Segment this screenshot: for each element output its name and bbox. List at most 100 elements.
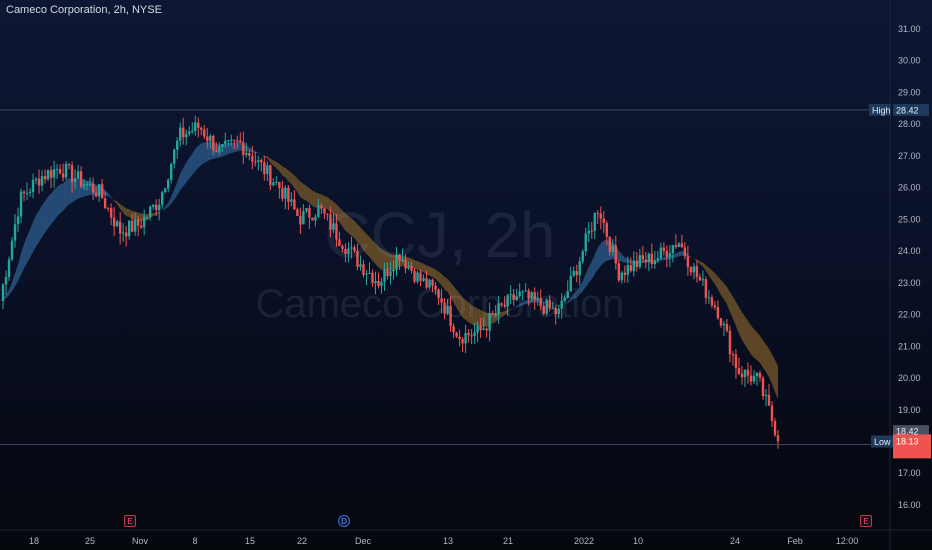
candle-body <box>314 216 317 221</box>
ema-ribbon-segment <box>621 254 625 263</box>
candle-body <box>188 131 191 134</box>
ema-ribbon-segment <box>711 270 715 285</box>
ema-ribbon-segment <box>63 180 67 211</box>
ema-ribbon-segment <box>378 246 382 270</box>
candle-body <box>248 153 251 156</box>
candle-body <box>677 243 681 247</box>
candle-body <box>380 281 383 287</box>
x-tick-label: Dec <box>355 536 372 546</box>
x-tick-label: 13 <box>443 536 453 546</box>
candle-body <box>218 146 221 152</box>
price-chart[interactable]: 16.0017.0018.0019.0020.0021.0022.0023.00… <box>0 0 932 550</box>
ema-ribbon-segment <box>471 304 475 326</box>
candle-body <box>659 247 663 259</box>
ema-ribbon-segment <box>297 178 301 198</box>
ema-ribbon-segment <box>345 213 349 234</box>
candle-body <box>239 140 242 143</box>
ema-ribbon-segment <box>54 186 58 221</box>
candle-body <box>599 213 602 219</box>
candle-body <box>719 318 723 326</box>
ema-ribbon-segment <box>729 291 733 319</box>
candle-body <box>395 254 398 270</box>
candle-body <box>212 135 215 151</box>
ema-ribbon-segment <box>570 293 574 302</box>
candle-body <box>698 276 702 281</box>
ema-ribbon-segment <box>462 297 466 320</box>
candle-body <box>632 260 636 272</box>
ema-ribbon-segment <box>24 236 28 269</box>
ema-ribbon-segment <box>675 251 679 258</box>
earnings-event-icon[interactable]: E <box>860 515 872 527</box>
candle-body <box>425 278 428 288</box>
candle-body <box>614 245 617 264</box>
candle-body <box>269 165 272 186</box>
ema-ribbon-segment <box>342 210 346 231</box>
candle-body <box>524 290 527 292</box>
candle-body <box>686 256 690 268</box>
candle-body <box>491 313 494 315</box>
candle-body <box>443 302 446 314</box>
candle-body <box>482 328 485 331</box>
candle-body <box>653 260 657 265</box>
ema-ribbon-segment <box>18 253 22 282</box>
candle-body <box>476 325 479 333</box>
ema-ribbon-segment <box>120 203 124 213</box>
ema-ribbon-segment <box>747 320 751 355</box>
ema-ribbon-segment <box>435 269 439 282</box>
ema-ribbon-segment <box>366 233 370 257</box>
ema-ribbon-segment <box>291 172 295 188</box>
y-tick-label: 20.00 <box>898 373 921 383</box>
y-tick-label: 17.00 <box>898 468 921 478</box>
dividend-event-icon[interactable]: D <box>338 515 350 527</box>
candle-body <box>422 278 425 281</box>
candle-body <box>608 236 611 252</box>
candle-body <box>185 133 188 138</box>
candle-body <box>94 192 98 197</box>
candle-body <box>158 204 161 211</box>
candle-body <box>170 163 173 180</box>
candle-body <box>320 205 323 209</box>
ema-ribbon-segment <box>600 240 604 266</box>
candle-body <box>317 205 320 217</box>
candle-body <box>575 271 578 276</box>
ema-ribbon-segment <box>324 195 328 210</box>
candle-body <box>230 139 233 141</box>
candle-body <box>70 165 74 183</box>
candle-body <box>650 253 654 265</box>
candle-body <box>278 181 281 188</box>
high-tag: High <box>872 105 891 115</box>
candle-body <box>440 298 443 303</box>
x-tick-label: 25 <box>85 536 95 546</box>
candle-body <box>311 217 314 221</box>
candle-body <box>115 221 119 227</box>
candle-body <box>359 264 362 267</box>
candle-body <box>548 299 551 309</box>
candle-body <box>194 122 197 131</box>
ema-ribbon-segment <box>753 329 757 361</box>
candle-body <box>43 176 47 180</box>
candle-body <box>665 250 669 257</box>
candle-body <box>464 332 467 344</box>
ema-ribbon-segment <box>732 296 736 327</box>
candle-body <box>590 230 593 232</box>
ema-ribbon-segment <box>456 289 460 313</box>
candle-body <box>61 173 65 178</box>
candle-body <box>275 181 278 183</box>
ema-ribbon-segment <box>690 257 694 259</box>
ema-ribbon-segment <box>198 143 202 169</box>
ema-ribbon-segment <box>258 152 262 155</box>
ema-ribbon-segment <box>282 166 286 178</box>
candlesticks <box>1 115 780 449</box>
ema-ribbon-segment <box>12 273 16 292</box>
candle-body <box>236 140 239 142</box>
candle-body <box>518 291 521 297</box>
candle-body <box>620 272 623 281</box>
candle-body <box>407 265 410 269</box>
ema-ribbon-segment <box>60 183 64 214</box>
candle-body <box>22 191 26 194</box>
candle-body <box>353 247 356 251</box>
candle-body <box>142 217 146 228</box>
earnings-event-icon[interactable]: E <box>124 515 136 527</box>
ema-ribbon-segment <box>33 215 37 252</box>
candle-body <box>455 332 458 337</box>
